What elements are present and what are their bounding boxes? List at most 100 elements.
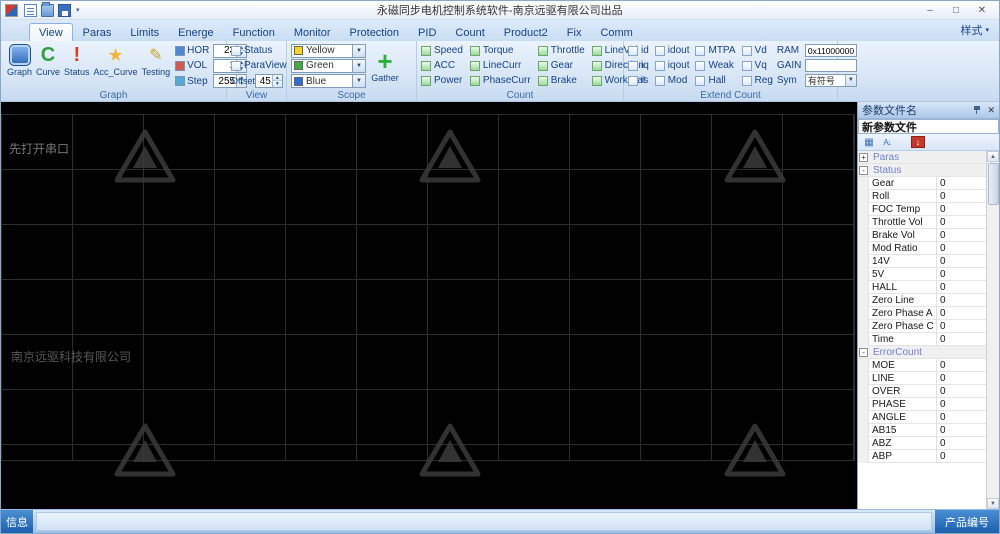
- property-row[interactable]: 5V 0: [858, 267, 986, 281]
- offset-arrows[interactable]: ▲ ▼: [271, 75, 282, 87]
- checkbox[interactable]: ACC: [421, 58, 463, 73]
- checkbox-box-icon[interactable]: [654, 75, 665, 86]
- field-select[interactable]: 有符号 ▼: [804, 74, 857, 87]
- checkbox[interactable]: Brake: [537, 73, 585, 88]
- property-row[interactable]: HALL 0: [858, 280, 986, 294]
- checkbox-box-icon[interactable]: [591, 45, 602, 56]
- property-value[interactable]: 0: [936, 449, 986, 463]
- new-doc-icon[interactable]: [24, 3, 37, 17]
- property-row[interactable]: PHASE 0: [858, 397, 986, 411]
- expander-icon[interactable]: [858, 436, 869, 450]
- categorize-icon[interactable]: ▦: [861, 135, 877, 149]
- checkbox[interactable]: LineCurr: [469, 58, 531, 73]
- parameter-file-name[interactable]: 新参数文件: [858, 119, 999, 134]
- property-value[interactable]: 0: [936, 358, 986, 372]
- checkbox-box-icon[interactable]: [421, 75, 431, 86]
- ribbon-tab[interactable]: Fix: [558, 24, 591, 41]
- offset-input[interactable]: [255, 75, 272, 87]
- field-input[interactable]: [804, 44, 857, 57]
- pin-icon[interactable]: [973, 105, 982, 115]
- expander-icon[interactable]: +: [859, 152, 868, 162]
- combo-body[interactable]: Blue: [291, 74, 353, 89]
- property-row[interactable]: Zero Phase C 0: [858, 319, 986, 333]
- scrollbar-thumb[interactable]: [987, 163, 999, 205]
- ribbon-tab[interactable]: Comm: [591, 24, 641, 41]
- channel-color-combo[interactable]: Blue ▼: [291, 74, 366, 89]
- offset-spinner[interactable]: ▲▼: [254, 74, 283, 88]
- property-row[interactable]: + Paras: [858, 151, 986, 164]
- property-value[interactable]: 0: [936, 436, 986, 450]
- checkbox-box-icon[interactable]: [231, 60, 241, 71]
- property-row[interactable]: ANGLE 0: [858, 410, 986, 424]
- checkbox[interactable]: Hall: [695, 73, 735, 88]
- checkbox-box-icon[interactable]: [469, 75, 480, 86]
- expander-icon[interactable]: [858, 358, 869, 372]
- expander-icon[interactable]: [858, 293, 869, 307]
- checkbox-box-icon[interactable]: [469, 45, 480, 56]
- field-box[interactable]: 0x11000000 ▼: [804, 44, 857, 57]
- checkbox[interactable]: is: [628, 73, 649, 88]
- minimize-button[interactable]: –: [917, 3, 943, 18]
- close-button[interactable]: ✕: [969, 3, 995, 18]
- checkbox-box-icon[interactable]: [628, 45, 638, 56]
- ribbon-button[interactable]: ★ Acc_Curve: [92, 43, 140, 89]
- checkbox[interactable]: Weak: [695, 58, 735, 73]
- expander-icon[interactable]: [858, 410, 869, 424]
- checkbox[interactable]: MTPA: [695, 43, 736, 58]
- expander-icon[interactable]: [858, 449, 869, 463]
- expander-icon[interactable]: [858, 202, 869, 216]
- combo-dropdown-icon[interactable]: ▼: [353, 74, 366, 89]
- quick-access-caret-icon[interactable]: ▾: [76, 6, 80, 14]
- property-value[interactable]: 0: [936, 215, 986, 229]
- property-value[interactable]: 0: [936, 254, 986, 268]
- property-row[interactable]: 14V 0: [858, 254, 986, 268]
- property-value[interactable]: 0: [936, 228, 986, 242]
- checkbox[interactable]: iq: [628, 58, 649, 73]
- select-dropdown-icon[interactable]: ▼: [844, 75, 856, 86]
- checkbox[interactable]: Throttle: [537, 43, 585, 58]
- expander-icon[interactable]: [858, 384, 869, 398]
- combo-body[interactable]: Yellow: [291, 43, 353, 58]
- expander-icon[interactable]: [858, 189, 869, 203]
- checkbox-box-icon[interactable]: [741, 45, 752, 56]
- scroll-up-icon[interactable]: ▲: [987, 151, 999, 162]
- checkbox[interactable]: Vq: [741, 58, 773, 73]
- checkbox[interactable]: idout: [654, 43, 689, 58]
- property-row[interactable]: - Status: [858, 164, 986, 177]
- property-row[interactable]: Gear 0: [858, 176, 986, 190]
- property-value[interactable]: 0: [936, 189, 986, 203]
- property-value[interactable]: 0: [936, 332, 986, 346]
- checkbox-box-icon[interactable]: [654, 60, 665, 71]
- maximize-button[interactable]: □: [943, 3, 969, 18]
- ribbon-tab[interactable]: Energe: [169, 24, 222, 41]
- checkbox[interactable]: Reg: [741, 73, 773, 88]
- combo-dropdown-icon[interactable]: ▼: [353, 58, 366, 73]
- gather-button[interactable]: + Gather: [366, 43, 404, 89]
- sort-icon[interactable]: A↓: [879, 135, 895, 149]
- property-row[interactable]: Throttle Vol 0: [858, 215, 986, 229]
- import-icon[interactable]: ↓: [911, 136, 925, 148]
- expander-icon[interactable]: [858, 215, 869, 229]
- expander-icon[interactable]: [858, 371, 869, 385]
- expander-icon[interactable]: [858, 423, 869, 437]
- checkbox-box-icon[interactable]: [421, 45, 431, 56]
- field-box[interactable]: 有符号 ▼: [804, 74, 857, 87]
- property-row[interactable]: Brake Vol 0: [858, 228, 986, 242]
- ribbon-button[interactable]: Graph: [5, 43, 34, 89]
- scope-plot-area[interactable]: 先打开串口 南京远驱科技有限公司: [1, 102, 857, 509]
- expander-icon[interactable]: -: [859, 165, 868, 175]
- save-icon[interactable]: [58, 3, 71, 17]
- checkbox[interactable]: Vd: [741, 43, 773, 58]
- ribbon-tab[interactable]: Product2: [495, 24, 557, 41]
- open-folder-icon[interactable]: [41, 1, 54, 17]
- expander-icon[interactable]: [858, 176, 869, 190]
- checkbox-box-icon[interactable]: [628, 60, 638, 71]
- property-row[interactable]: - ErrorCount: [858, 346, 986, 359]
- property-row[interactable]: FOC Temp 0: [858, 202, 986, 216]
- expander-icon[interactable]: [858, 228, 869, 242]
- ribbon-tab[interactable]: Paras: [74, 24, 121, 41]
- checkbox[interactable]: iqout: [654, 58, 689, 73]
- property-value[interactable]: 0: [936, 202, 986, 216]
- property-value[interactable]: 0: [936, 176, 986, 190]
- expander-icon[interactable]: -: [859, 347, 868, 357]
